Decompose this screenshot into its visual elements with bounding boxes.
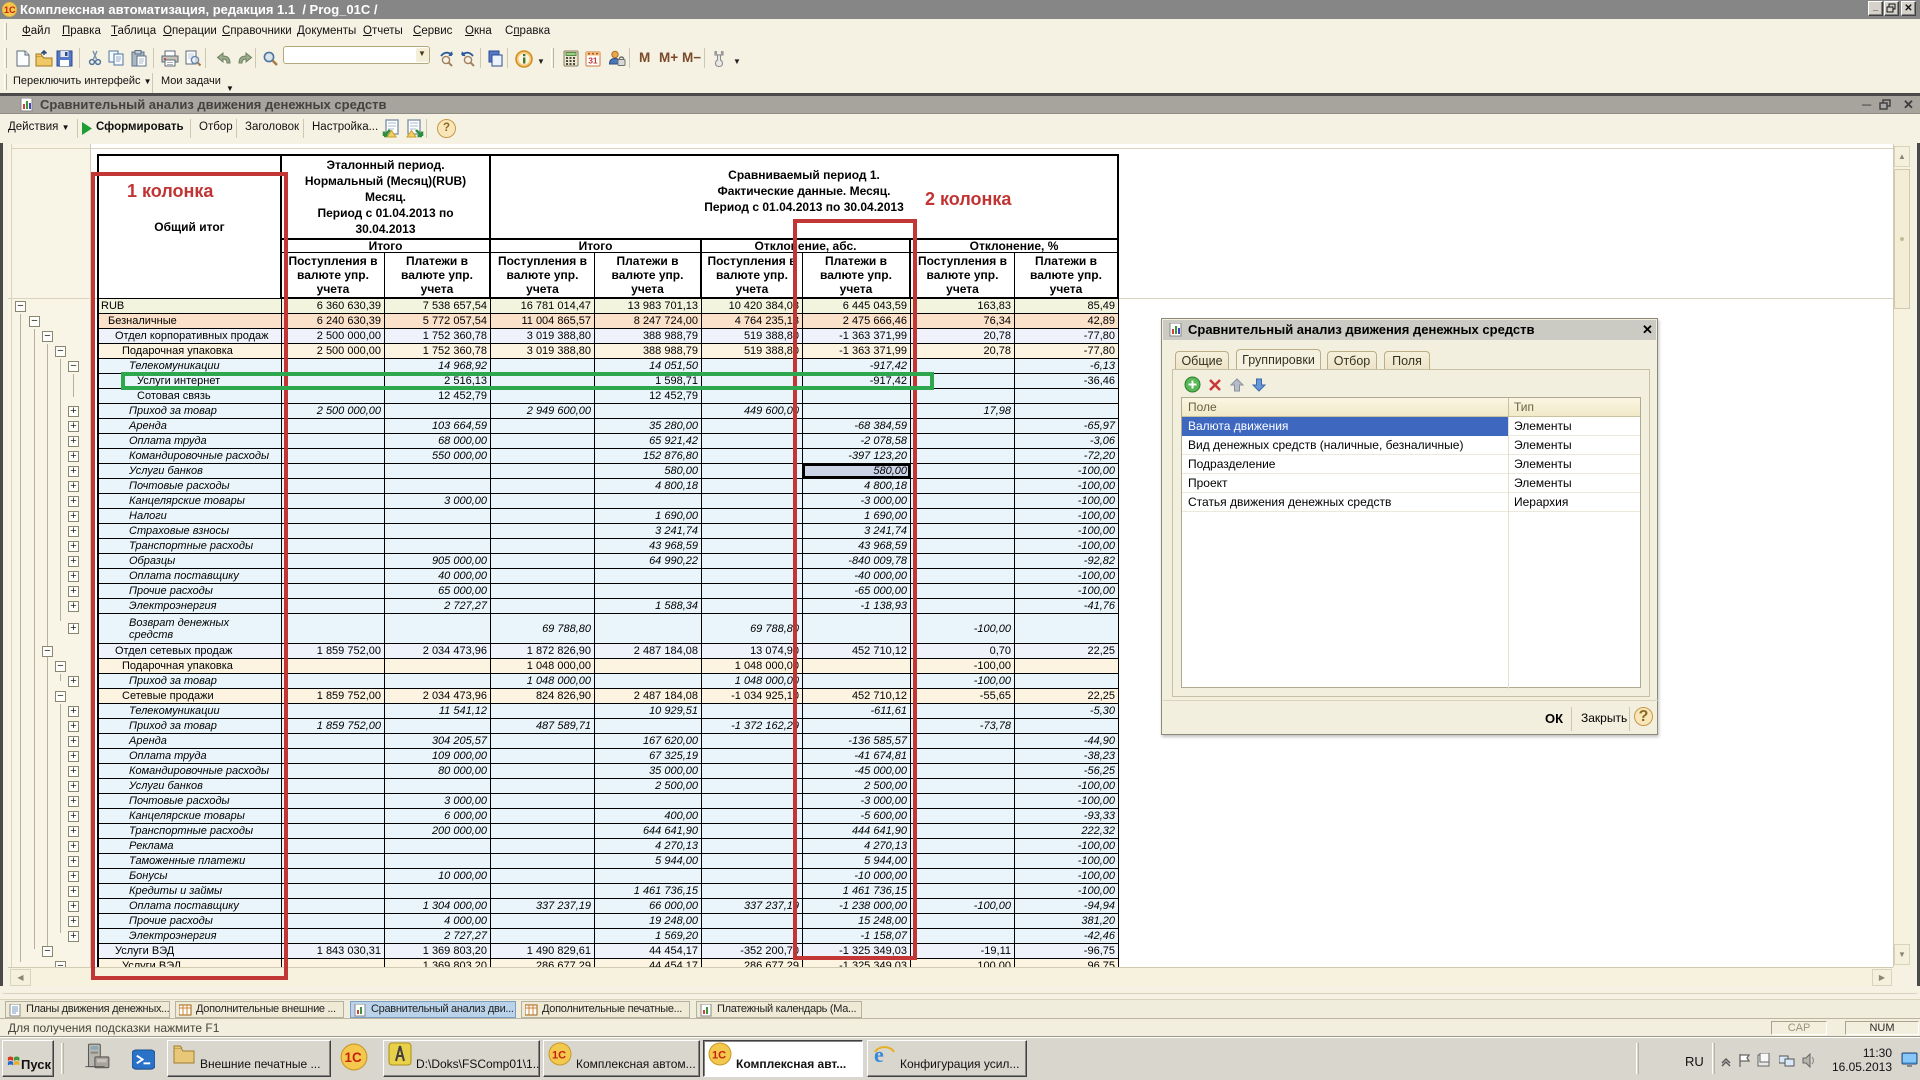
svg-text:31: 31: [588, 56, 598, 66]
svg-text:1С: 1С: [344, 1050, 361, 1065]
svg-text:1С: 1С: [4, 5, 16, 15]
svg-text:1С: 1С: [712, 1050, 726, 1062]
svg-text:1С: 1С: [552, 1050, 566, 1062]
svg-text:e: e: [874, 1042, 884, 1066]
